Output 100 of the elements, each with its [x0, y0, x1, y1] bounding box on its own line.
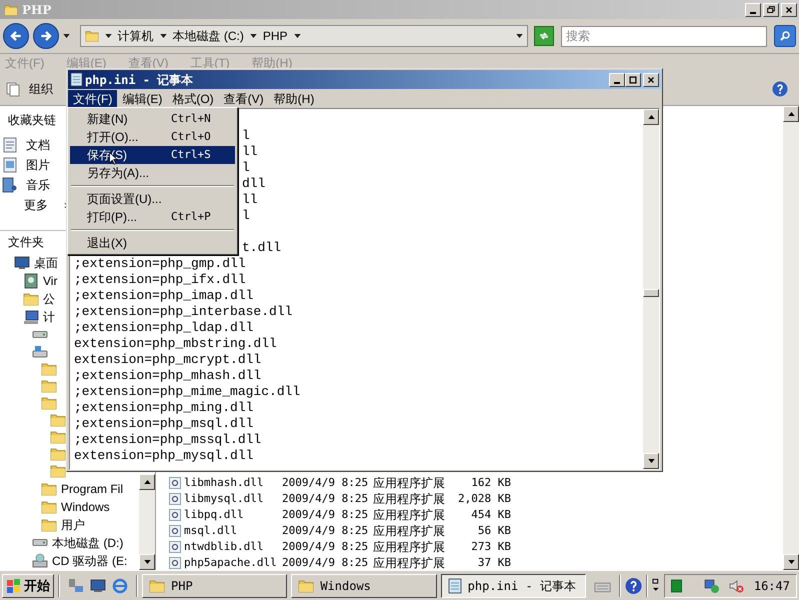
menu-item[interactable]: 格式(O) — [167, 90, 219, 108]
gear-file-icon — [169, 477, 181, 489]
taskbar-button[interactable]: Windows — [291, 574, 437, 598]
favorite-link[interactable]: 文档 — [26, 136, 50, 154]
code-line: ;extension=php_ming.dll — [74, 400, 254, 415]
organize-button[interactable]: 组织 — [5, 80, 53, 98]
restore-icon — [766, 4, 776, 14]
favorite-link[interactable]: 音乐 — [26, 176, 50, 194]
start-button[interactable]: 开始 — [2, 574, 54, 598]
type-cell-text: 应用程序扩展 — [373, 555, 446, 570]
tree-item[interactable]: 桌面 — [34, 254, 58, 272]
caret-icon — [160, 34, 167, 38]
folder-icon — [41, 378, 57, 394]
minimize-button[interactable] — [745, 2, 761, 16]
scrollbar[interactable] — [783, 106, 799, 570]
breadcrumb-item[interactable]: PHP — [262, 27, 288, 45]
restore-button[interactable] — [763, 2, 779, 16]
tree-item[interactable]: Vir — [43, 272, 58, 290]
scrollbar[interactable] — [643, 109, 659, 469]
code-line: l — [242, 160, 250, 175]
minimize-button[interactable] — [609, 72, 625, 86]
code-line: ;extension=php_msql.dll — [74, 416, 254, 431]
close-icon — [646, 74, 656, 84]
tree-item[interactable]: 公 — [43, 290, 55, 308]
folder-icon — [41, 394, 57, 411]
close-button[interactable] — [781, 2, 797, 16]
refresh-icon — [538, 30, 550, 42]
file-name[interactable]: ntwdblib.dll — [184, 538, 282, 556]
up-arrow-icon — [144, 480, 150, 484]
breadcrumb-item[interactable]: 本地磁盘 (C:) — [172, 27, 244, 45]
code-line: extension=php_mysql.dll — [74, 448, 254, 463]
folder-icon — [4, 2, 18, 16]
file-name[interactable]: libmysql.dll — [184, 490, 282, 508]
caret-icon — [294, 34, 301, 38]
menu-item[interactable]: 编辑(E) — [117, 90, 168, 108]
caret-icon — [104, 34, 112, 38]
search-icon — [779, 30, 792, 42]
code-line: t.dll — [242, 240, 282, 255]
menu-item[interactable]: 帮助(H) — [268, 90, 320, 108]
code-line: ;extension=php_imap.dll — [74, 288, 254, 303]
search-button[interactable] — [774, 25, 796, 47]
tree-item[interactable]: CD 驱动器 (E: — [52, 552, 128, 570]
refresh-button[interactable] — [534, 26, 554, 46]
menu-item[interactable]: 另存为(A)... — [70, 164, 235, 182]
taskbar-button[interactable]: php.ini - 记事本 — [440, 574, 586, 598]
back-button[interactable] — [3, 23, 29, 49]
gear-file-icon — [169, 525, 181, 537]
menu-item[interactable]: 打印(P)... Ctrl+P — [70, 208, 235, 226]
date-cell-text: 2009/4/9 8:25 — [282, 522, 370, 539]
caret-icon — [250, 34, 257, 38]
date-cell-text: 2009/4/9 8:25 — [282, 506, 370, 523]
close-button[interactable] — [643, 72, 659, 86]
file-name[interactable]: libpq.dll — [184, 506, 282, 524]
menu-item[interactable]: 页面设置(U)... — [70, 190, 235, 208]
scrollbar-thumb[interactable] — [643, 289, 659, 297]
tree-item[interactable]: 用户 — [61, 516, 85, 534]
file-name[interactable]: libmhash.dll — [184, 474, 282, 492]
up-arrow-icon — [648, 115, 654, 119]
clock: 16:47 — [752, 578, 790, 594]
menu-item[interactable]: 文件(F) — [68, 90, 118, 108]
minimize-icon — [750, 12, 756, 14]
contact-card-icon — [23, 272, 39, 289]
date-cell-text: 2009/4/9 8:25 — [282, 490, 370, 507]
breadcrumb-item[interactable]: 计算机 — [118, 27, 154, 45]
favorite-link[interactable]: 图片 — [26, 156, 50, 174]
menu-item[interactable]: 退出(X) — [70, 234, 235, 252]
taskbar-button[interactable]: PHP — [142, 574, 288, 598]
menu-item[interactable]: 打开(O)... Ctrl+O — [70, 128, 235, 146]
folder-icon — [50, 446, 66, 462]
folder-icon — [41, 480, 57, 497]
tree-item[interactable]: 本地磁盘 (D:) — [52, 534, 124, 552]
maximize-button[interactable] — [625, 72, 641, 86]
gear-file-icon — [169, 493, 181, 505]
code-line: ;extension=php_ldap.dll — [74, 320, 254, 335]
file-name[interactable]: php5apache.dll — [184, 554, 282, 570]
status-indicator-icon — [670, 578, 682, 592]
favorite-link[interactable]: 更多 — [24, 196, 48, 214]
address-bar[interactable]: 计算机 本地磁盘 (C:) PHP — [80, 25, 528, 47]
browser-icon — [112, 578, 128, 594]
tree-item[interactable]: Program Fil — [61, 480, 124, 498]
type-cell-text: 应用程序扩展 — [373, 491, 446, 508]
forward-button[interactable] — [32, 23, 59, 49]
search-field[interactable]: 搜索 — [561, 26, 768, 46]
right-arrow-icon — [38, 29, 53, 43]
code-line: l — [242, 208, 250, 223]
size-cell-text: 273 KB — [470, 538, 511, 555]
maximize-icon — [628, 74, 638, 84]
size-cell-text: 56 KB — [476, 522, 511, 539]
scrollbar[interactable] — [139, 474, 155, 570]
menu-item[interactable]: 查看(V) — [218, 90, 269, 108]
tree-item[interactable]: Windows — [61, 498, 110, 516]
monitor-icon — [14, 254, 30, 271]
date-cell-text: 2009/4/9 8:25 — [282, 538, 370, 555]
down-arrow-icon — [144, 560, 150, 564]
menu-item[interactable]: 新建(N) Ctrl+N — [70, 110, 235, 128]
close-icon — [784, 4, 794, 14]
file-name[interactable]: msql.dll — [184, 522, 282, 540]
tree-item[interactable]: 计 — [43, 308, 55, 326]
help-icon — [772, 80, 788, 96]
left-arrow-icon — [8, 29, 23, 43]
